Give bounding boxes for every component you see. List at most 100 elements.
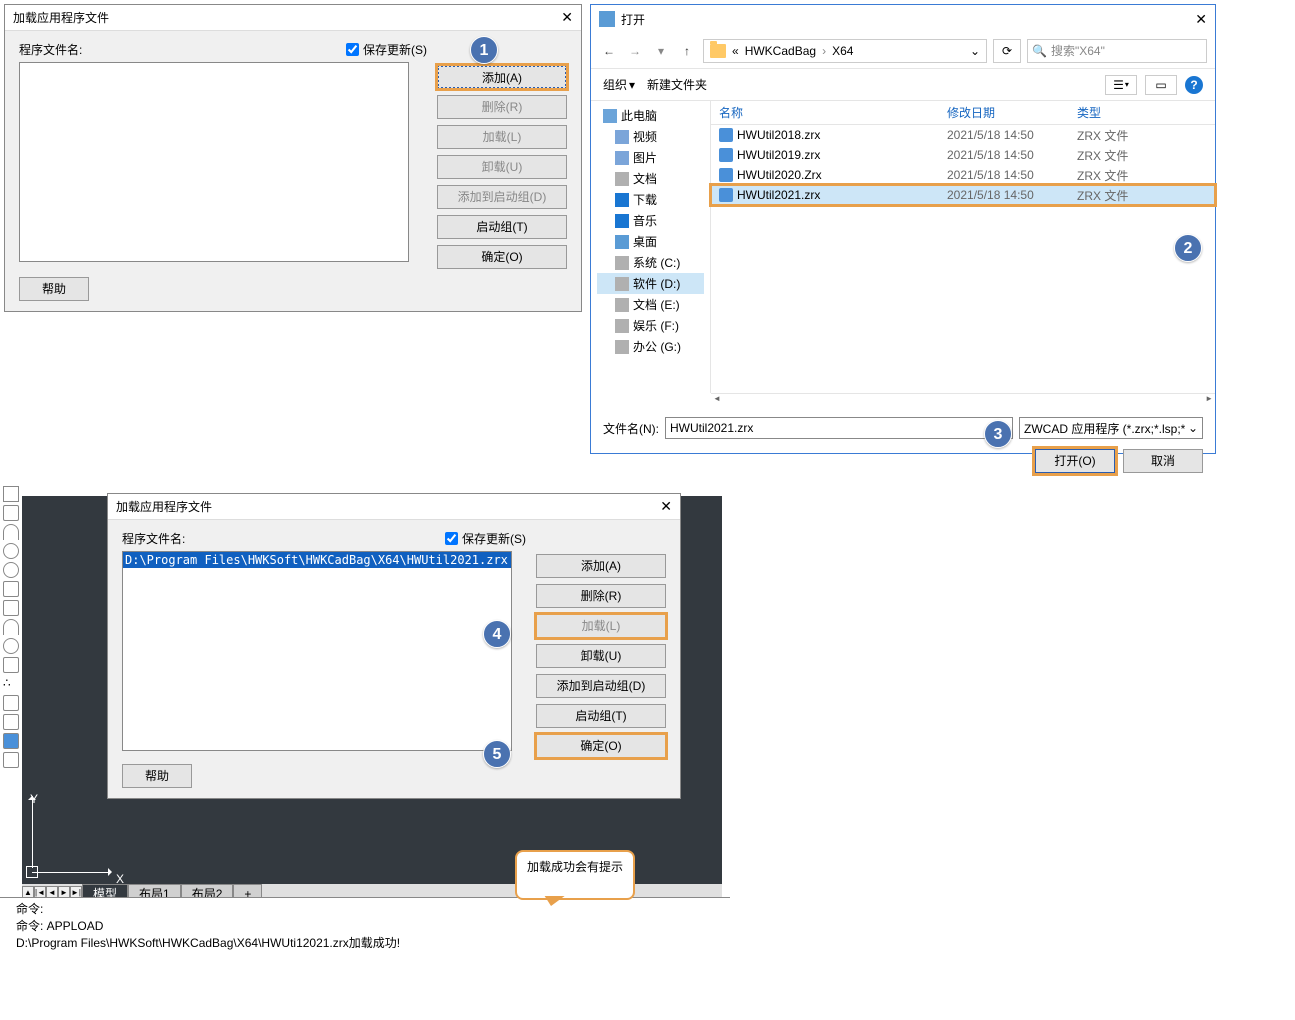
ok-button[interactable]: 确定(O) bbox=[536, 734, 666, 758]
search-input[interactable]: 🔍 搜索"X64" bbox=[1027, 39, 1207, 63]
back-icon[interactable]: ← bbox=[599, 41, 619, 61]
tool-icon[interactable] bbox=[3, 733, 19, 749]
dialog-title-bar[interactable]: 加载应用程序文件 ✕ bbox=[108, 494, 680, 520]
list-item[interactable]: D:\Program Files\HWKSoft\HWKCadBag\X64\H… bbox=[123, 552, 511, 568]
up-icon[interactable]: ↑ bbox=[677, 41, 697, 61]
tool-icon[interactable] bbox=[3, 752, 19, 768]
command-output: 命令: APPLOAD bbox=[16, 917, 726, 934]
program-files-listbox[interactable] bbox=[19, 62, 409, 262]
add-button[interactable]: 添加(A) bbox=[437, 65, 567, 89]
tree-item[interactable]: 下载 bbox=[597, 189, 704, 210]
tree-item[interactable]: 软件 (D:) bbox=[597, 273, 704, 294]
tool-icon[interactable] bbox=[3, 619, 19, 635]
tool-icon[interactable]: ∴ bbox=[3, 676, 19, 692]
tree-item[interactable]: 图片 bbox=[597, 147, 704, 168]
help-icon[interactable]: ? bbox=[1185, 76, 1203, 94]
tree-item[interactable]: 文档 bbox=[597, 168, 704, 189]
tree-item-icon bbox=[603, 109, 617, 123]
chevron-down-icon[interactable]: ⌄ bbox=[970, 44, 980, 58]
tool-icon[interactable] bbox=[3, 695, 19, 711]
add-to-startup-button[interactable]: 添加到启动组(D) bbox=[536, 674, 666, 698]
tool-icon[interactable] bbox=[3, 657, 19, 673]
close-icon[interactable]: ✕ bbox=[561, 9, 573, 26]
startup-group-button[interactable]: 启动组(T) bbox=[437, 215, 567, 239]
file-row[interactable]: HWUtil2018.zrx2021/5/18 14:50ZRX 文件 bbox=[711, 125, 1215, 145]
save-updates-input[interactable] bbox=[346, 43, 359, 56]
chevron-down-icon[interactable]: ⌄ bbox=[1188, 421, 1198, 435]
add-to-startup-button: 添加到启动组(D) bbox=[437, 185, 567, 209]
load-button[interactable]: 加载(L) bbox=[536, 614, 666, 638]
tool-icon[interactable] bbox=[3, 638, 19, 654]
column-type[interactable]: 类型 bbox=[1077, 104, 1157, 121]
recent-dropdown-icon[interactable]: ▾ bbox=[651, 41, 671, 61]
refresh-icon[interactable]: ⟳ bbox=[993, 39, 1021, 63]
file-row[interactable]: HWUtil2021.zrx2021/5/18 14:50ZRX 文件 bbox=[711, 185, 1215, 205]
command-line[interactable]: 命令: 命令: APPLOAD D:\Program Files\HWKSoft… bbox=[0, 897, 730, 953]
help-button[interactable]: 帮助 bbox=[122, 764, 192, 788]
remove-button[interactable]: 删除(R) bbox=[536, 584, 666, 608]
tree-item-icon bbox=[615, 340, 629, 354]
file-row[interactable]: HWUtil2020.Zrx2021/5/18 14:50ZRX 文件 bbox=[711, 165, 1215, 185]
tree-item[interactable]: 娱乐 (F:) bbox=[597, 315, 704, 336]
preview-pane-button[interactable]: ▭ bbox=[1145, 75, 1177, 95]
horizontal-scrollbar[interactable] bbox=[711, 393, 1215, 409]
close-icon[interactable]: ✕ bbox=[660, 498, 672, 515]
ok-button[interactable]: 确定(O) bbox=[437, 245, 567, 269]
tool-icon[interactable] bbox=[3, 486, 19, 502]
open-dialog-title-bar[interactable]: 打开 ✕ bbox=[591, 5, 1215, 33]
organize-menu[interactable]: 组织▾ bbox=[603, 76, 635, 93]
tool-icon[interactable] bbox=[3, 714, 19, 730]
open-button[interactable]: 打开(O) bbox=[1035, 449, 1115, 473]
cancel-button[interactable]: 取消 bbox=[1123, 449, 1203, 473]
program-files-listbox[interactable]: D:\Program Files\HWKSoft\HWKCadBag\X64\H… bbox=[122, 551, 512, 751]
tree-item[interactable]: 桌面 bbox=[597, 231, 704, 252]
unload-button[interactable]: 卸载(U) bbox=[536, 644, 666, 668]
tool-icon[interactable] bbox=[3, 600, 19, 616]
tree-item[interactable]: 视频 bbox=[597, 126, 704, 147]
tool-icon[interactable] bbox=[3, 562, 19, 578]
tree-item-icon bbox=[615, 214, 629, 228]
view-mode-button[interactable]: ☰▾ bbox=[1105, 75, 1137, 95]
new-folder-button[interactable]: 新建文件夹 bbox=[647, 76, 707, 93]
tool-palette[interactable]: ∴ bbox=[0, 482, 22, 902]
file-row[interactable]: HWUtil2019.zrx2021/5/18 14:50ZRX 文件 bbox=[711, 145, 1215, 165]
dialog-title: 加载应用程序文件 bbox=[13, 9, 109, 26]
save-updates-input[interactable] bbox=[445, 532, 458, 545]
save-updates-checkbox[interactable]: 保存更新(S) bbox=[346, 41, 427, 58]
file-list-header[interactable]: 名称 修改日期 类型 bbox=[711, 101, 1215, 125]
tool-icon[interactable] bbox=[3, 543, 19, 559]
tool-icon[interactable] bbox=[3, 505, 19, 521]
breadcrumb[interactable]: « HWKCadBag › X64 ⌄ bbox=[703, 39, 987, 63]
startup-group-button[interactable]: 启动组(T) bbox=[536, 704, 666, 728]
command-output: 命令: bbox=[16, 900, 726, 917]
filename-input[interactable]: HWUtil2021.zrx ⌄ bbox=[665, 417, 1013, 439]
tree-item[interactable]: 音乐 bbox=[597, 210, 704, 231]
app-icon bbox=[599, 11, 615, 27]
chevron-down-icon: ▾ bbox=[629, 78, 635, 92]
folder-tree[interactable]: 此电脑视频图片文档下载音乐桌面系统 (C:)软件 (D:)文档 (E:)娱乐 (… bbox=[591, 101, 711, 393]
tool-icon[interactable] bbox=[3, 581, 19, 597]
close-icon[interactable]: ✕ bbox=[1195, 11, 1207, 28]
open-dialog-title: 打开 bbox=[621, 11, 645, 28]
tree-item[interactable]: 系统 (C:) bbox=[597, 252, 704, 273]
save-updates-checkbox[interactable]: 保存更新(S) bbox=[445, 530, 526, 547]
folder-icon bbox=[710, 44, 726, 58]
tree-item-icon bbox=[615, 130, 629, 144]
add-button[interactable]: 添加(A) bbox=[536, 554, 666, 578]
help-button[interactable]: 帮助 bbox=[19, 277, 89, 301]
tree-item[interactable]: 文档 (E:) bbox=[597, 294, 704, 315]
file-icon bbox=[719, 188, 733, 202]
file-filter-select[interactable]: ZWCAD 应用程序 (*.zrx;*.lsp;* ⌄ bbox=[1019, 417, 1203, 439]
tree-item[interactable]: 办公 (G:) bbox=[597, 336, 704, 357]
column-name[interactable]: 名称 bbox=[711, 104, 947, 121]
cad-application-area: ∴ Y X ▲ |◄ ◄ ► ►| 模型 布局1 布局2 + 加载应用程序文件 … bbox=[0, 482, 730, 902]
callout-badge-1: 1 bbox=[470, 36, 498, 64]
dialog-title-bar[interactable]: 加载应用程序文件 ✕ bbox=[5, 5, 581, 31]
open-file-dialog: 打开 ✕ ← → ▾ ↑ « HWKCadBag › X64 ⌄ ⟳ 🔍 搜索"… bbox=[590, 4, 1216, 454]
tool-icon[interactable] bbox=[3, 524, 19, 540]
load-button: 加载(L) bbox=[437, 125, 567, 149]
file-list[interactable]: HWUtil2018.zrx2021/5/18 14:50ZRX 文件HWUti… bbox=[711, 125, 1215, 205]
column-date[interactable]: 修改日期 bbox=[947, 104, 1077, 121]
file-icon bbox=[719, 128, 733, 142]
tree-item[interactable]: 此电脑 bbox=[597, 105, 704, 126]
